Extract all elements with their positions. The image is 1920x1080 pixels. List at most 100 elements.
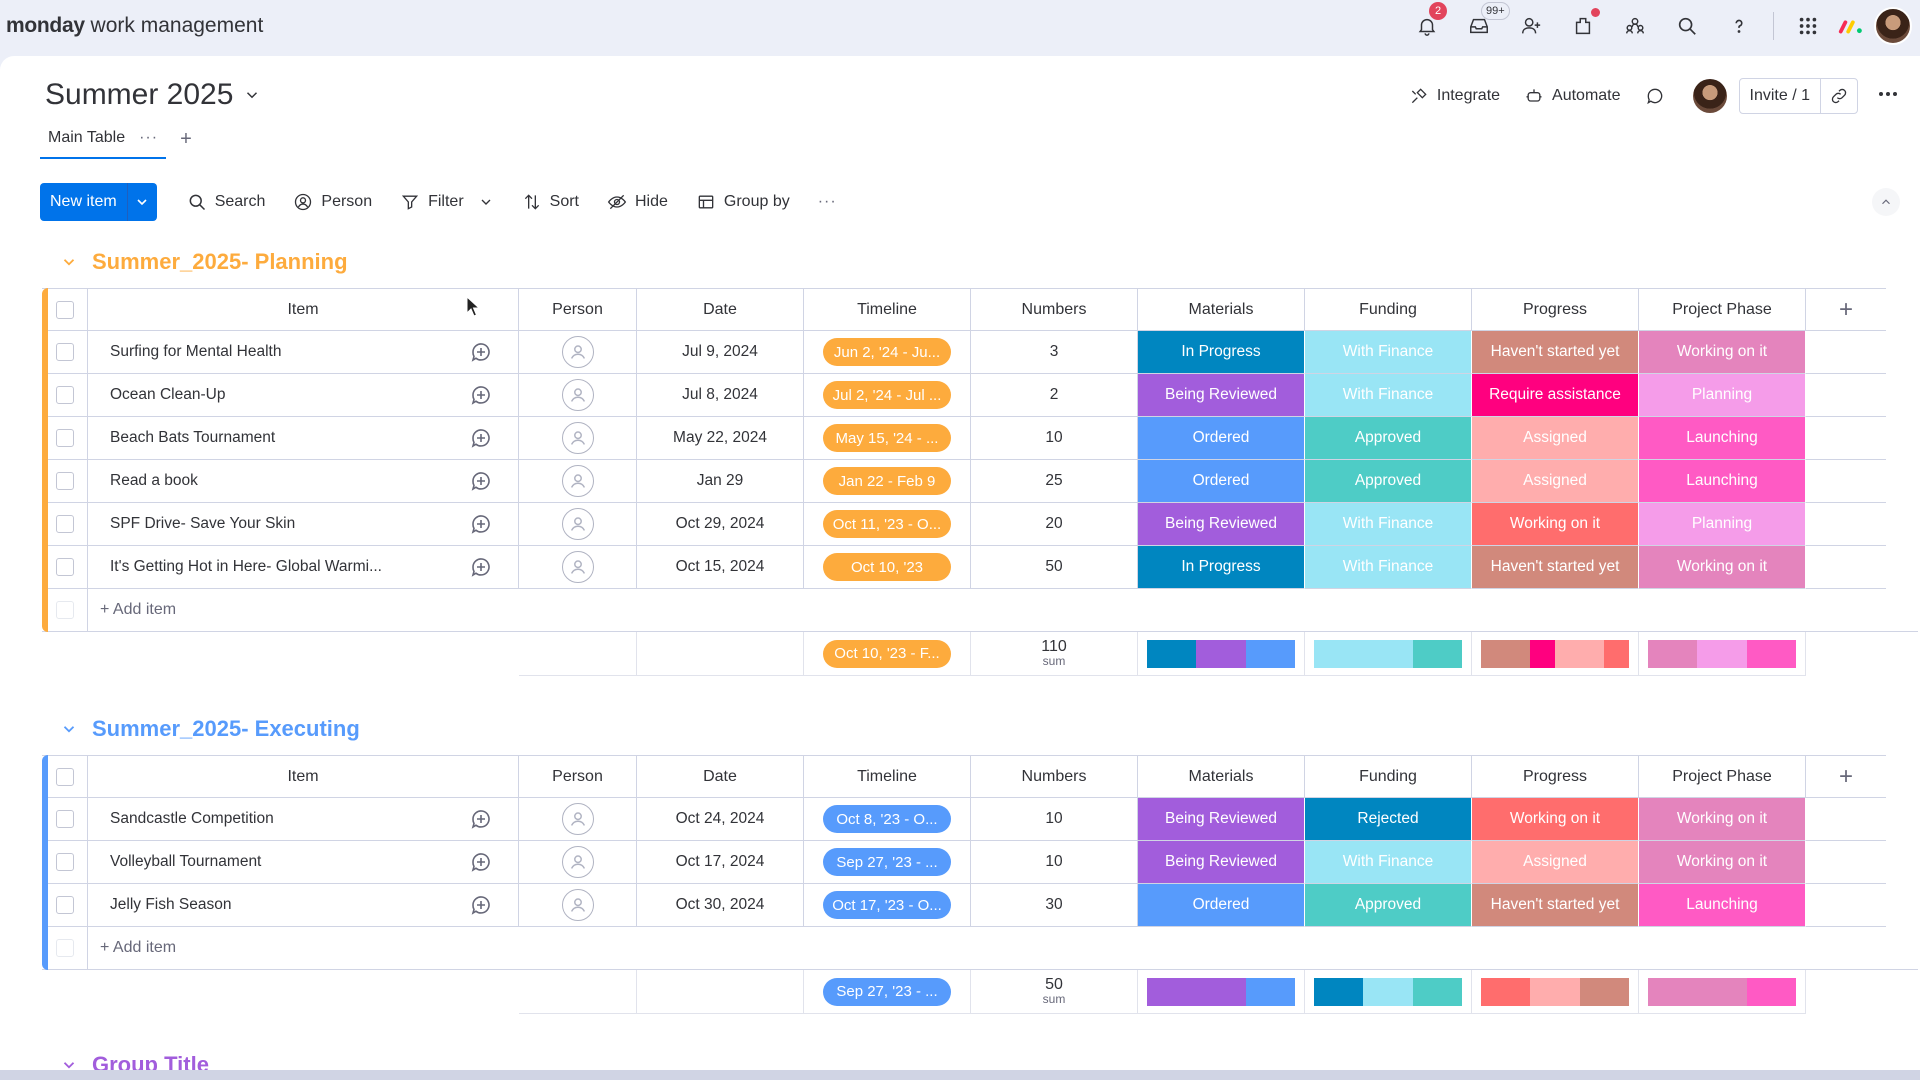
materials-status-cell[interactable]: Ordered bbox=[1138, 460, 1305, 503]
materials-status-cell[interactable]: In Progress bbox=[1138, 331, 1305, 374]
column-header-funding[interactable]: Funding bbox=[1305, 755, 1472, 798]
person-cell[interactable] bbox=[519, 331, 637, 374]
progress-status-cell[interactable]: Haven't started yet bbox=[1472, 884, 1639, 927]
group-by-button[interactable]: Group by bbox=[696, 192, 790, 212]
checkbox[interactable] bbox=[55, 472, 74, 490]
column-header-materials[interactable]: Materials bbox=[1138, 755, 1305, 798]
progress-status-cell[interactable]: Assigned bbox=[1472, 460, 1639, 503]
search-button[interactable]: Search bbox=[187, 192, 265, 212]
column-header-funding[interactable]: Funding bbox=[1305, 288, 1472, 331]
row-checkbox[interactable] bbox=[42, 546, 88, 589]
checkbox[interactable] bbox=[55, 515, 74, 533]
sort-button[interactable]: Sort bbox=[522, 192, 579, 212]
numbers-cell[interactable]: 50 bbox=[971, 546, 1138, 589]
more-toolbar-icon[interactable]: ··· bbox=[818, 193, 837, 211]
materials-status-cell[interactable]: Ordered bbox=[1138, 884, 1305, 927]
phase-status-cell[interactable]: Launching bbox=[1639, 460, 1806, 503]
row-checkbox[interactable] bbox=[42, 798, 88, 841]
row-checkbox[interactable] bbox=[42, 841, 88, 884]
add-column-button[interactable]: + bbox=[1806, 755, 1886, 798]
plus-icon[interactable]: + bbox=[1839, 296, 1853, 324]
collapse-header-icon[interactable] bbox=[1872, 188, 1900, 216]
empty-person-avatar-icon[interactable] bbox=[561, 465, 594, 497]
table-row[interactable]: Read a book Jan 29 Jan 22 - Feb 9 25 Ordered… bbox=[42, 460, 1886, 503]
person-cell[interactable] bbox=[519, 460, 637, 503]
add-update-icon[interactable] bbox=[443, 798, 519, 841]
materials-distribution-bar[interactable] bbox=[1147, 977, 1295, 1006]
column-header-progress[interactable]: Progress bbox=[1472, 755, 1639, 798]
column-header-date[interactable]: Date bbox=[637, 288, 804, 331]
progress-status-cell[interactable]: Require assistance bbox=[1472, 374, 1639, 417]
horizontal-scrollbar[interactable] bbox=[0, 1070, 1920, 1080]
column-header-person[interactable]: Person bbox=[519, 755, 637, 798]
person-cell[interactable] bbox=[519, 798, 637, 841]
timeline-cell[interactable]: Oct 17, '23 - O... bbox=[804, 884, 971, 927]
date-cell[interactable]: May 22, 2024 bbox=[637, 417, 804, 460]
materials-status-cell[interactable]: Being Reviewed bbox=[1138, 798, 1305, 841]
table-row[interactable]: SPF Drive- Save Your Skin Oct 29, 2024 Oct… bbox=[42, 503, 1886, 546]
automate-button[interactable]: Automate bbox=[1512, 78, 1632, 114]
progress-status-cell[interactable]: Working on it bbox=[1472, 798, 1639, 841]
table-row[interactable]: Jelly Fish Season Oct 30, 2024 Oct 17, '23… bbox=[42, 884, 1886, 927]
funding-status-cell[interactable]: With Finance bbox=[1305, 331, 1472, 374]
funding-status-cell[interactable]: Approved bbox=[1305, 460, 1472, 503]
item-name[interactable]: Read a book bbox=[88, 460, 443, 503]
timeline-pill[interactable]: Oct 8, '23 - O... bbox=[823, 805, 951, 833]
tab-main-table[interactable]: Main Table ··· bbox=[40, 129, 167, 159]
person-cell[interactable] bbox=[519, 417, 637, 460]
column-header-person[interactable]: Person bbox=[519, 288, 637, 331]
materials-status-cell[interactable]: Being Reviewed bbox=[1138, 503, 1305, 546]
user-avatar[interactable] bbox=[1874, 7, 1912, 45]
timeline-pill[interactable]: Oct 10, '23 bbox=[823, 553, 951, 581]
timeline-pill[interactable]: Jan 22 - Feb 9 bbox=[823, 467, 951, 495]
checkbox[interactable] bbox=[55, 300, 74, 319]
add-item-button[interactable]: + Add item bbox=[88, 927, 1918, 970]
checkbox[interactable] bbox=[55, 896, 74, 914]
funding-status-cell[interactable]: With Finance bbox=[1305, 546, 1472, 589]
person-cell[interactable] bbox=[519, 841, 637, 884]
table-row[interactable]: Surfing for Mental Health Jul 9, 2024 Jun … bbox=[42, 331, 1886, 374]
timeline-pill[interactable]: Jun 2, '24 - Ju... bbox=[823, 338, 951, 366]
add-update-icon[interactable] bbox=[443, 884, 519, 927]
numbers-cell[interactable]: 10 bbox=[971, 841, 1138, 884]
column-header-numbers[interactable]: Numbers bbox=[971, 755, 1138, 798]
empty-person-avatar-icon[interactable] bbox=[561, 551, 594, 583]
add-view-button[interactable]: + bbox=[180, 128, 192, 159]
funding-status-cell[interactable]: Approved bbox=[1305, 884, 1472, 927]
timeline-cell[interactable]: Oct 8, '23 - O... bbox=[804, 798, 971, 841]
add-update-icon[interactable] bbox=[443, 331, 519, 374]
item-name[interactable]: Ocean Clean-Up bbox=[88, 374, 443, 417]
timeline-cell[interactable]: Jul 2, '24 - Jul ... bbox=[804, 374, 971, 417]
column-header-materials[interactable]: Materials bbox=[1138, 288, 1305, 331]
chevron-down-icon[interactable] bbox=[478, 194, 494, 210]
add-update-icon[interactable] bbox=[443, 374, 519, 417]
phase-distribution-bar[interactable] bbox=[1648, 639, 1796, 668]
progress-status-cell[interactable]: Assigned bbox=[1472, 841, 1639, 884]
column-header-numbers[interactable]: Numbers bbox=[971, 288, 1138, 331]
person-cell[interactable] bbox=[519, 546, 637, 589]
plus-icon[interactable]: + bbox=[1839, 763, 1853, 791]
checkbox[interactable] bbox=[55, 386, 74, 404]
person-cell[interactable] bbox=[519, 884, 637, 927]
phase-distribution-bar[interactable] bbox=[1648, 977, 1796, 1006]
person-cell[interactable] bbox=[519, 374, 637, 417]
phase-status-cell[interactable]: Working on it bbox=[1639, 331, 1806, 374]
chevron-down-icon[interactable] bbox=[243, 86, 261, 104]
progress-distribution-bar[interactable] bbox=[1481, 977, 1629, 1006]
materials-distribution-bar[interactable] bbox=[1147, 639, 1295, 668]
new-item-dropdown-icon[interactable] bbox=[126, 183, 157, 221]
funding-status-cell[interactable]: Rejected bbox=[1305, 798, 1472, 841]
numbers-cell[interactable]: 25 bbox=[971, 460, 1138, 503]
summary-timeline-pill[interactable]: Oct 10, '23 - F... bbox=[823, 639, 951, 668]
numbers-cell[interactable]: 10 bbox=[971, 417, 1138, 460]
phase-status-cell[interactable]: Working on it bbox=[1639, 546, 1806, 589]
add-update-icon[interactable] bbox=[443, 503, 519, 546]
group-title-executing[interactable]: Summer_2025- Executing bbox=[60, 716, 360, 742]
filter-button[interactable]: Filter bbox=[400, 192, 494, 212]
chevron-down-icon[interactable] bbox=[60, 253, 78, 271]
empty-person-avatar-icon[interactable] bbox=[561, 379, 594, 411]
numbers-cell[interactable]: 3 bbox=[971, 331, 1138, 374]
checkbox[interactable] bbox=[55, 767, 74, 786]
phase-status-cell[interactable]: Working on it bbox=[1639, 841, 1806, 884]
add-update-icon[interactable] bbox=[443, 460, 519, 503]
